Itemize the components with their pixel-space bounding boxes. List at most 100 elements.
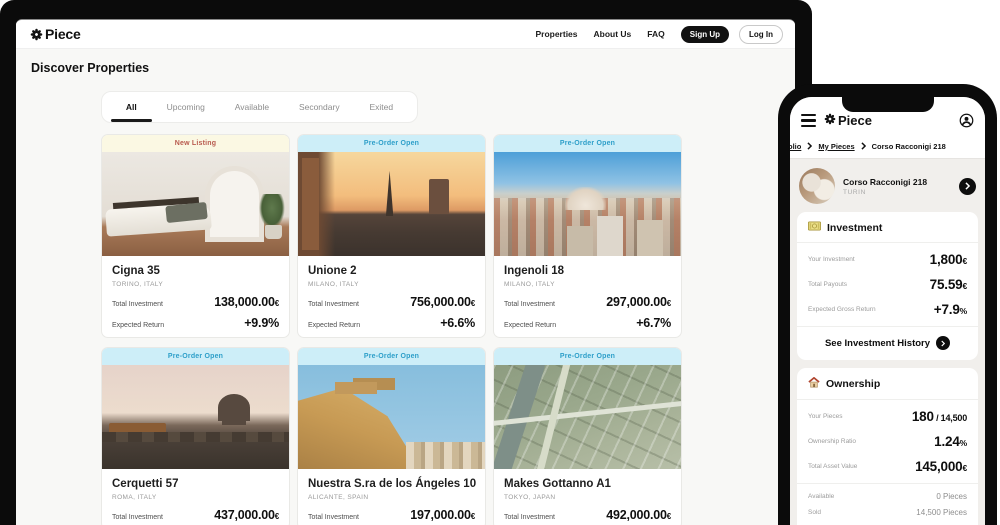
property-card-ingenoli-18[interactable]: Pre-Order Open Ingenoli 18 MILANO, ITALY… [493,134,682,338]
investment-card-header: Investment [797,212,978,243]
property-photo-roma-dusk [102,365,289,469]
properties-page: Discover Properties All Upcoming Availab… [16,49,795,525]
brand-logo[interactable]: Piece [30,26,81,42]
sign-up-button[interactable]: Sign Up [681,26,729,43]
property-card-nuestra-sra-angeles-10[interactable]: Pre-Order Open Nuestra S.ra de los Ángel… [297,347,486,525]
total-investment-label: Total Investment [112,301,163,308]
selected-property-row[interactable]: Corso Racconigi 218 TURIN [790,159,985,212]
banknote-icon [808,221,821,234]
total-payouts-value: 75.59€ [930,277,967,292]
total-investment-label: Total Investment [112,514,163,521]
ownership-title: Ownership [826,378,880,390]
tab-exited[interactable]: Exited [363,92,399,122]
selected-property-name: Corso Racconigi 218 [843,177,927,187]
sold-pieces-value: 14,500 Pieces [916,508,967,517]
ownership-card: Ownership Your Pieces 180 / 14,500 Owner… [797,368,978,525]
laptop-screen: Piece Properties About Us FAQ Sign Up Lo… [16,19,795,525]
nav-about-us[interactable]: About Us [594,29,632,39]
phone-screen: Piece olio My Pieces Corso Racconigi 218… [790,97,985,525]
total-investment-value: 756,000.00€ [410,295,475,309]
total-investment-label: Total Investment [308,301,359,308]
selected-property-location: TURIN [843,189,927,196]
expected-return-value: +6.6% [440,316,475,330]
available-pieces-value: 0 Pieces [936,492,967,501]
property-photo-milano-sunset [298,152,485,256]
phone-notch [842,97,934,112]
total-investment-label: Total Investment [504,301,555,308]
property-location: MILANO, ITALY [504,281,671,288]
expected-gross-return-value: +7.9% [934,302,967,317]
total-investment-value: 297,000.00€ [606,295,671,309]
property-location: MILANO, ITALY [308,281,475,288]
tab-secondary[interactable]: Secondary [293,92,346,122]
expected-return-value: +6.7% [636,316,671,330]
breadcrumb-portfolio[interactable]: olio [790,142,801,151]
status-badge: Pre-Order Open [494,348,681,365]
property-location: TORINO, ITALY [112,281,279,288]
total-investment-value: 437,000.00€ [214,508,279,522]
breadcrumb: olio My Pieces Corso Racconigi 218 [790,134,985,159]
page-title: Discover Properties [16,49,795,75]
expected-return-label: Expected Return [504,322,556,329]
investment-card: Investment Your Investment 1,800€ Total … [797,212,978,360]
investment-row: Expected Gross Return +7.9% [797,297,978,322]
status-badge: New Listing [102,135,289,152]
chevron-right-icon [936,336,950,350]
tab-all[interactable]: All [120,92,143,122]
chevron-right-icon[interactable] [959,178,976,195]
ownership-row: Your Pieces 180 / 14,500 [797,404,978,429]
property-name: Ingenoli 18 [504,265,671,277]
site-nav: Properties About Us FAQ Sign Up Log In [535,25,783,44]
property-location: TOKYO, JAPAN [504,494,671,501]
phone-frame: Piece olio My Pieces Corso Racconigi 218… [778,84,997,525]
brand-name: Piece [45,26,81,42]
status-badge: Pre-Order Open [494,135,681,152]
expected-return-label: Expected Return [308,322,360,329]
property-photo-milano-aerial [494,152,681,256]
property-avatar [799,168,835,204]
expected-return-label: Expected Return [112,322,164,329]
chevron-right-icon [807,142,812,150]
chevron-right-icon [861,142,866,150]
flower-logo-icon [30,28,43,41]
property-location: ROMA, ITALY [112,494,279,501]
nav-properties[interactable]: Properties [535,29,577,39]
see-investment-history-button[interactable]: See Investment History [797,326,978,360]
nav-faq[interactable]: FAQ [647,29,664,39]
property-card-cerquetti-57[interactable]: Pre-Order Open Cerquetti 57 ROMA, ITALY … [101,347,290,525]
property-card-cigna-35[interactable]: New Listing Cigna 35 TORINO, ITALY Total… [101,134,290,338]
ownership-row: Ownership Ratio 1.24% [797,429,978,454]
tab-upcoming[interactable]: Upcoming [161,92,211,122]
property-location: ALICANTE, SPAIN [308,494,475,501]
property-card-unione-2[interactable]: Pre-Order Open Unione 2 MILANO, ITALY To… [297,134,486,338]
investment-title: Investment [827,222,882,234]
property-card-makes-gottanno-a1[interactable]: Pre-Order Open Makes Gottanno A1 TOKYO, … [493,347,682,525]
total-investment-value: 197,000.00€ [410,508,475,522]
laptop-frame: Piece Properties About Us FAQ Sign Up Lo… [0,0,812,525]
breadcrumb-my-pieces[interactable]: My Pieces [818,142,854,151]
stage: Piece Properties About Us FAQ Sign Up Lo… [0,0,1000,525]
total-asset-value: 145,000€ [915,459,967,474]
total-investment-label: Total Investment [504,514,555,521]
ownership-sub-row: Total 145,00 Pieces [797,520,978,525]
total-investment-value: 138,000.00€ [214,295,279,309]
status-badge: Pre-Order Open [298,348,485,365]
tab-available[interactable]: Available [229,92,275,122]
account-icon[interactable] [959,113,974,128]
investment-row: Your Investment 1,800€ [797,247,978,272]
status-badge: Pre-Order Open [102,348,289,365]
status-badge: Pre-Order Open [298,135,485,152]
ownership-ratio-value: 1.24% [934,434,967,449]
breadcrumb-current: Corso Racconigi 218 [872,142,946,151]
property-name: Unione 2 [308,265,475,277]
house-icon [808,377,820,391]
your-pieces-value: 180 / 14,500 [912,409,967,424]
your-investment-value: 1,800€ [930,252,967,267]
ownership-sub-row: Sold 14,500 Pieces [797,504,978,520]
hamburger-icon[interactable] [801,114,816,127]
ownership-sub-row: Available 0 Pieces [797,488,978,504]
log-in-button[interactable]: Log In [739,25,783,44]
phone-brand-logo[interactable]: Piece [824,113,872,128]
property-name: Makes Gottanno A1 [504,478,671,490]
property-name: Cigna 35 [112,265,279,277]
